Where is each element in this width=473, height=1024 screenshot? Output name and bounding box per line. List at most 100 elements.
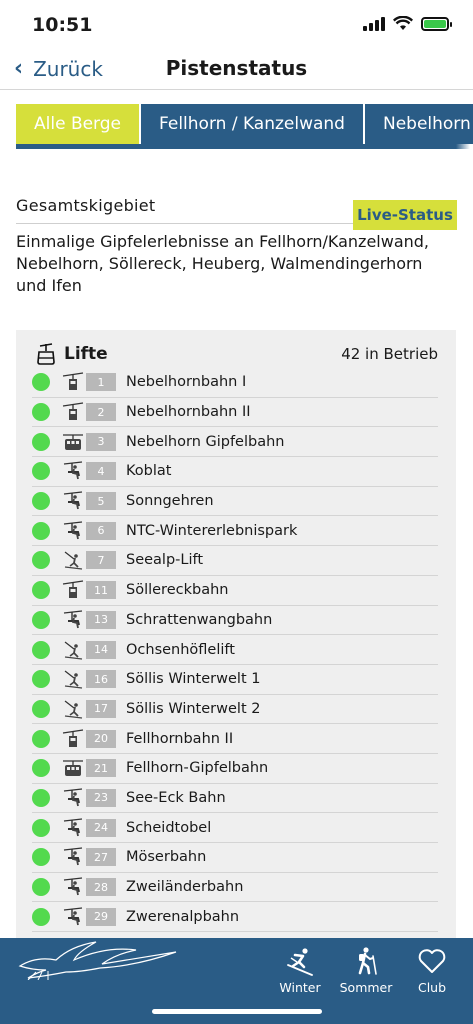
- surface-lift-icon: [62, 550, 84, 571]
- lifts-count: 42 in Betrieb: [341, 345, 438, 363]
- status-open-dot: [32, 492, 50, 511]
- surface-lift-icon: [62, 640, 84, 660]
- status-open-dot: [32, 521, 50, 540]
- lift-row[interactable]: 14 Ochsenhöflelift: [32, 635, 438, 665]
- status-open-dot: [32, 610, 50, 629]
- chairlift-icon: [62, 491, 84, 511]
- tab-nebelhorn[interactable]: Nebelhorn: [364, 104, 473, 144]
- status-icons: [363, 16, 452, 31]
- lift-number: 28: [86, 878, 116, 897]
- lift-row[interactable]: 27 Möserbahn: [32, 843, 438, 873]
- lift-row[interactable]: 20 Fellhornbahn II: [32, 724, 438, 754]
- lift-number: 23: [86, 788, 116, 807]
- lift-name: Zweiländerbahn: [126, 879, 244, 896]
- lifts-header: Lifte 42 in Betrieb: [36, 342, 438, 366]
- lift-number: 4: [86, 462, 116, 481]
- tab-sommer[interactable]: Sommer: [336, 946, 396, 995]
- aerial-tramway-icon: [62, 402, 84, 422]
- chairlift-icon: [62, 610, 84, 630]
- lift-row[interactable]: 11 Söllereckbahn: [32, 576, 438, 606]
- lift-row[interactable]: 5 Sonngehren: [32, 487, 438, 517]
- aerial-tramway-icon: [62, 580, 84, 600]
- lift-row[interactable]: 16 Söllis Winterwelt 1: [32, 665, 438, 695]
- status-open-dot: [32, 699, 50, 718]
- lift-row[interactable]: 21 Fellhorn-Gipfelbahn: [32, 754, 438, 784]
- lift-row[interactable]: 28 Zweiländerbahn: [32, 873, 438, 903]
- lift-name: Nebelhornbahn II: [126, 404, 251, 421]
- skier-icon: [287, 948, 313, 976]
- status-open-dot: [32, 907, 50, 926]
- tab-winter-label: Winter: [279, 980, 321, 995]
- hiker-icon: [358, 947, 377, 975]
- tab-alle-berge[interactable]: Alle Berge: [16, 104, 140, 144]
- heart-icon: [418, 949, 446, 973]
- lift-number: 2: [86, 403, 116, 422]
- lift-number: 7: [86, 551, 116, 570]
- status-open-dot: [32, 878, 50, 897]
- status-open-dot: [32, 403, 50, 422]
- surface-lift-icon: [62, 669, 84, 689]
- lift-number: 11: [86, 581, 116, 600]
- lift-name: Ochsenhöflelift: [126, 641, 235, 658]
- status-open-dot: [32, 729, 50, 748]
- lift-row[interactable]: 17 Söllis Winterwelt 2: [32, 695, 438, 725]
- lift-name: Söllis Winterwelt 1: [126, 671, 261, 688]
- status-open-dot: [32, 640, 50, 659]
- lift-name: Fellhornbahn II: [126, 730, 234, 747]
- status-open-dot: [32, 759, 50, 778]
- aerial-tramway-icon: [62, 372, 84, 392]
- lift-name: Fellhorn-Gipfelbahn: [126, 760, 269, 777]
- area-title: Gesamtskigebiet: [16, 196, 156, 215]
- tab-winter[interactable]: Winter: [270, 946, 330, 995]
- lift-number: 21: [86, 759, 116, 778]
- lift-row[interactable]: 6 NTC-Wintererlebnispark: [32, 516, 438, 547]
- lift-name: Seealp-Lift: [126, 552, 204, 569]
- lift-number: 13: [86, 610, 116, 629]
- status-open-dot: [32, 788, 50, 807]
- lift-row[interactable]: 2 Nebelhornbahn II: [32, 398, 438, 428]
- surface-lift-icon: [62, 699, 84, 719]
- lift-number: 5: [86, 492, 116, 511]
- status-open-dot: [32, 432, 50, 451]
- lift-name: Nebelhornbahn I: [126, 374, 247, 391]
- lift-number: 3: [86, 432, 116, 451]
- lift-row[interactable]: 29 Zwerenalpbahn: [32, 902, 438, 933]
- lift-row[interactable]: 4 Koblat: [32, 457, 438, 487]
- lift-number: 6: [86, 521, 116, 540]
- lift-name: Sonngehren: [126, 493, 214, 510]
- status-open-dot: [32, 670, 50, 689]
- aerial-tramway-icon: [62, 729, 84, 749]
- lift-list: 1 Nebelhornbahn I 2 Nebelhornbahn II 3 Nebelh…: [32, 368, 438, 933]
- lift-number: 27: [86, 848, 116, 867]
- gondola-cabin-icon: [37, 343, 55, 365]
- chairlift-icon: [62, 847, 84, 867]
- lift-row[interactable]: 7 Seealp-Lift: [32, 546, 438, 576]
- status-open-dot: [32, 551, 50, 570]
- status-open-dot: [32, 581, 50, 600]
- lift-row[interactable]: 3 Nebelhorn Gipfelbahn: [32, 427, 438, 458]
- live-status-badge[interactable]: Live-Status: [353, 200, 457, 230]
- tab-fellhorn-kanzelwand[interactable]: Fellhorn / Kanzelwand: [141, 104, 363, 144]
- lift-row[interactable]: 23 See-Eck Bahn: [32, 784, 438, 814]
- lift-name: Möserbahn: [126, 849, 207, 866]
- chairlift-icon: [62, 521, 84, 541]
- home-indicator: [152, 1009, 322, 1014]
- status-open-dot: [32, 848, 50, 867]
- tab-club-label: Club: [417, 980, 447, 995]
- status-open-dot: [32, 462, 50, 481]
- gondola-icon: [62, 758, 84, 778]
- lift-row[interactable]: 24 Scheidtobel: [32, 813, 438, 843]
- lift-name: Nebelhorn Gipfelbahn: [126, 433, 285, 450]
- lifts-title: Lifte: [64, 344, 108, 364]
- lift-number: 17: [86, 699, 116, 718]
- gondola-icon: [62, 432, 84, 452]
- lift-row[interactable]: 1 Nebelhornbahn I: [32, 368, 438, 398]
- tab-club[interactable]: Club: [402, 946, 462, 995]
- page-title: Pistenstatus: [165, 56, 308, 80]
- status-open-dot: [32, 373, 50, 392]
- chairlift-icon: [62, 877, 84, 897]
- lift-name: NTC-Wintererlebnispark: [126, 522, 298, 539]
- lift-row[interactable]: 13 Schrattenwangbahn: [32, 606, 438, 636]
- lift-name: Zwerenalpbahn: [126, 908, 240, 925]
- status-open-dot: [32, 818, 50, 837]
